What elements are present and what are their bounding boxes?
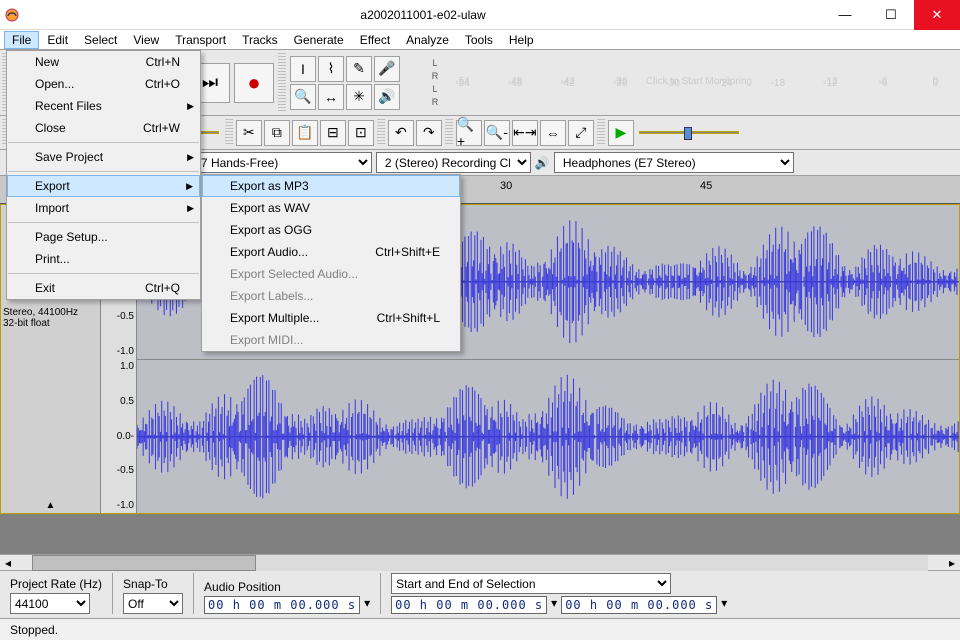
file-menu: NewCtrl+NOpen...Ctrl+ORecent Files▶Close… [6,50,201,300]
menu-item-export-midi: Export MIDI... [202,329,460,351]
speaker-icon[interactable]: 🔊 [374,84,400,110]
menu-help[interactable]: Help [501,31,542,49]
zoom-in-button[interactable]: 🔍+ [456,120,482,146]
speaker-icon: 🔊 [535,156,550,170]
project-rate-select[interactable]: 44100 [10,593,90,614]
undo-button[interactable]: ↶ [388,120,414,146]
vertical-scale: 1.00.50.0--0.5-1.0 [101,359,137,513]
playback-speed-slider[interactable] [639,123,739,143]
menu-item-export-as-ogg[interactable]: Export as OGG [202,219,460,241]
menu-edit[interactable]: Edit [39,31,76,49]
selection-mode-select[interactable]: Start and End of Selection [391,573,671,594]
menu-item-export-labels: Export Labels... [202,285,460,307]
menu-item-export-selected-audio: Export Selected Audio... [202,263,460,285]
selection-start-field[interactable]: 00 h 00 m 00.000 s [391,596,547,614]
export-submenu: Export as MP3Export as WAVExport as OGGE… [201,174,461,352]
menu-view[interactable]: View [125,31,167,49]
menu-select[interactable]: Select [76,31,125,49]
menubar: FileEditSelectViewTransportTracksGenerat… [0,30,960,50]
menu-item-export-multiple[interactable]: Export Multiple...Ctrl+Shift+L [202,307,460,329]
track-collapse-button[interactable]: ▲ [3,500,98,511]
track-format-label: Stereo, 44100Hz [3,307,98,318]
menu-item-import[interactable]: Import▶ [7,197,200,219]
track-format-label: 32-bit float [3,318,98,329]
selection-toolbar: Project Rate (Hz) 44100 Snap-To Off Audi… [0,570,960,618]
close-button[interactable]: ✕ [914,0,960,30]
menu-tools[interactable]: Tools [457,31,501,49]
menu-item-export-audio[interactable]: Export Audio...Ctrl+Shift+E [202,241,460,263]
redo-button[interactable]: ↷ [416,120,442,146]
trim-button[interactable]: ⊟ [320,120,346,146]
zoom-out-button[interactable]: 🔍- [484,120,510,146]
menu-item-exit[interactable]: ExitCtrl+Q [7,277,200,299]
project-rate-label: Project Rate (Hz) [10,577,102,591]
play-at-speed-button[interactable]: ▶ [608,120,634,146]
fit-project-button[interactable]: ⇔ [540,120,566,146]
status-bar: Stopped. [0,618,960,640]
menu-effect[interactable]: Effect [352,31,398,49]
toolbar-grip[interactable] [278,53,286,112]
meter-lr-labels: LRLR [430,57,440,109]
audio-position-label: Audio Position [204,580,370,594]
menu-item-export[interactable]: Export▶ [7,175,200,197]
horizontal-scrollbar[interactable]: ◂ ▸ [0,554,960,570]
selection-end-field[interactable]: 00 h 00 m 00.000 s [561,596,717,614]
menu-item-export-as-wav[interactable]: Export as WAV [202,197,460,219]
record-button[interactable]: ● [234,63,274,103]
menu-item-export-as-mp3[interactable]: Export as MP3 [202,175,460,197]
window-title: a2002011001-e02-ulaw [24,8,822,22]
zoom-toggle-button[interactable]: ⤢ [568,120,594,146]
timeshift-tool[interactable]: ↔ [318,84,344,110]
menu-item-close[interactable]: CloseCtrl+W [7,117,200,139]
snap-to-select[interactable]: Off [123,593,183,614]
menu-item-save-project[interactable]: Save Project▶ [7,146,200,168]
playback-device-select[interactable]: Headphones (E7 Stereo) [554,152,794,173]
recording-channels-select[interactable]: 2 (Stereo) Recording Chan [376,152,531,173]
toolbar-grip[interactable] [445,119,453,146]
toolbar-grip[interactable] [597,119,605,146]
meters: -54-48-42-36-12-60Click to Start Monitor… [440,81,960,85]
audio-position-field[interactable]: 00 h 00 m 00.000 s [204,596,360,614]
copy-button[interactable]: ⧉ [264,120,290,146]
menu-generate[interactable]: Generate [286,31,352,49]
fit-selection-button[interactable]: ⇤⇥ [512,120,538,146]
menu-file[interactable]: File [4,31,39,49]
menu-item-recent-files[interactable]: Recent Files▶ [7,95,200,117]
menu-tracks[interactable]: Tracks [234,31,286,49]
waveform-channel-right[interactable] [137,360,959,514]
silence-button[interactable]: ⊡ [348,120,374,146]
paste-button[interactable]: 📋 [292,120,318,146]
cut-button[interactable]: ✂ [236,120,262,146]
envelope-tool[interactable]: ⌇ [318,56,344,82]
toolbar-grip[interactable] [377,119,385,146]
minimize-button[interactable]: — [822,0,868,30]
menu-item-open[interactable]: Open...Ctrl+O [7,73,200,95]
selection-tool[interactable]: I [290,56,316,82]
tools-grid: I ⌇ ✎ 🎤 🔍 ↔ ✳ 🔊 [290,56,428,110]
mic-icon[interactable]: 🎤 [374,56,400,82]
toolbar-grip[interactable] [225,119,233,146]
multi-tool[interactable]: ✳ [346,84,372,110]
maximize-button[interactable]: ☐ [868,0,914,30]
status-text: Stopped. [10,623,58,637]
menu-analyze[interactable]: Analyze [398,31,457,49]
draw-tool[interactable]: ✎ [346,56,372,82]
menu-item-page-setup[interactable]: Page Setup... [7,226,200,248]
menu-item-print[interactable]: Print... [7,248,200,270]
menu-transport[interactable]: Transport [167,31,234,49]
titlebar: a2002011001-e02-ulaw — ☐ ✕ [0,0,960,30]
snap-to-label: Snap-To [123,577,183,591]
zoom-tool[interactable]: 🔍 [290,84,316,110]
menu-item-new[interactable]: NewCtrl+N [7,51,200,73]
app-icon [0,0,24,30]
